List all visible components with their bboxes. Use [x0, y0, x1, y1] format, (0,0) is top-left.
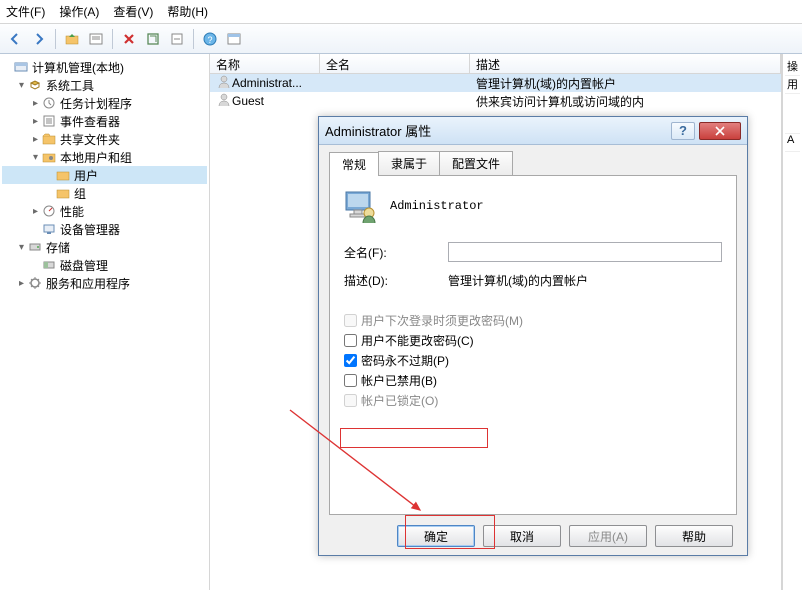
- action-label[interactable]: 操: [785, 58, 800, 76]
- tree-localusers[interactable]: ▾本地用户和组: [2, 148, 207, 166]
- tree-storage-label: 存储: [46, 239, 70, 256]
- apply-button[interactable]: 应用(A): [569, 525, 647, 547]
- back-button[interactable]: [4, 28, 26, 50]
- chk-mustchange[interactable]: 用户下次登录时须更改密码(M): [344, 312, 722, 329]
- tree-perf-label: 性能: [60, 203, 84, 220]
- row-name: Guest: [232, 94, 264, 108]
- dialog-titlebar[interactable]: Administrator 属性 ?: [319, 117, 747, 145]
- tree-tasksched[interactable]: ▸任务计划程序: [2, 94, 207, 112]
- tab-general[interactable]: 常规: [329, 152, 379, 176]
- forward-button[interactable]: [28, 28, 50, 50]
- properties-button[interactable]: [85, 28, 107, 50]
- ok-button[interactable]: 确定: [397, 525, 475, 547]
- tree-eventviewer-label: 事件查看器: [60, 113, 120, 130]
- svg-text:?: ?: [207, 35, 212, 45]
- tree-sharedfolders-label: 共享文件夹: [60, 131, 120, 148]
- row-name: Administrat...: [232, 76, 302, 90]
- desc-value: 管理计算机(域)的内置帐户: [448, 272, 722, 289]
- delete-button[interactable]: [118, 28, 140, 50]
- tree-services[interactable]: ▸服务和应用程序: [2, 274, 207, 292]
- user-large-icon: [344, 188, 378, 224]
- tab-strip: 常规 隶属于 配置文件: [329, 151, 737, 175]
- chk-disabled[interactable]: 帐户已禁用(B): [344, 372, 722, 389]
- tree-perf[interactable]: ▸性能: [2, 202, 207, 220]
- list-header: 名称 全名 描述: [210, 54, 781, 74]
- help-button[interactable]: ?: [199, 28, 221, 50]
- action-label[interactable]: 用: [785, 76, 800, 94]
- highlight-disabled-checkbox: [340, 428, 488, 448]
- row-desc: 管理计算机(域)的内置帐户: [470, 75, 781, 92]
- refresh-button[interactable]: [142, 28, 164, 50]
- tree-storage[interactable]: ▾存储: [2, 238, 207, 256]
- menu-bar: 文件(F) 操作(A) 查看(V) 帮助(H): [0, 0, 802, 24]
- chk-cannotchange-label: 用户不能更改密码(C): [361, 332, 474, 349]
- chk-disabled-label: 帐户已禁用(B): [361, 372, 437, 389]
- menu-file[interactable]: 文件(F): [6, 3, 45, 20]
- tree-users[interactable]: 用户: [2, 166, 207, 184]
- chk-neverexpire-label: 密码永不过期(P): [361, 352, 449, 369]
- chk-mustchange-label: 用户下次登录时须更改密码(M): [361, 312, 523, 329]
- help-button[interactable]: 帮助: [655, 525, 733, 547]
- list-row[interactable]: Administrat... 管理计算机(域)的内置帐户: [210, 74, 781, 92]
- tree-groups-label: 组: [74, 185, 86, 202]
- action-pane: 操 用 A: [782, 54, 802, 590]
- tree-services-label: 服务和应用程序: [46, 275, 130, 292]
- chk-cannotchange[interactable]: 用户不能更改密码(C): [344, 332, 722, 349]
- up-button[interactable]: [61, 28, 83, 50]
- dialog-buttons: 确定 取消 应用(A) 帮助: [329, 515, 737, 547]
- nav-tree[interactable]: 计算机管理(本地) ▾系统工具 ▸任务计划程序 ▸事件查看器 ▸共享文件夹 ▾本…: [0, 54, 210, 590]
- col-name[interactable]: 名称: [210, 54, 320, 73]
- fullname-input[interactable]: [448, 242, 722, 262]
- tree-root[interactable]: 计算机管理(本地): [2, 58, 207, 76]
- tree-diskmgmt[interactable]: 磁盘管理: [2, 256, 207, 274]
- view-button[interactable]: [223, 28, 245, 50]
- export-button[interactable]: [166, 28, 188, 50]
- menu-view[interactable]: 查看(V): [113, 3, 153, 20]
- user-icon: [216, 92, 232, 111]
- cancel-button[interactable]: 取消: [483, 525, 561, 547]
- list-row[interactable]: Guest 供来宾访问计算机或访问域的内: [210, 92, 781, 110]
- tree-localusers-label: 本地用户和组: [60, 149, 132, 166]
- tree-diskmgmt-label: 磁盘管理: [60, 257, 108, 274]
- user-icon: [216, 74, 232, 93]
- desc-label: 描述(D):: [344, 272, 448, 289]
- tree-devmgr-label: 设备管理器: [60, 221, 120, 238]
- tree-systools-label: 系统工具: [46, 77, 94, 94]
- col-fullname[interactable]: 全名: [320, 54, 470, 73]
- tab-page-general: Administrator 全名(F): 描述(D): 管理计算机(域)的内置帐…: [329, 175, 737, 515]
- dialog-help-button[interactable]: ?: [671, 122, 695, 140]
- row-desc: 供来宾访问计算机或访问域的内: [470, 93, 781, 110]
- chk-neverexpire[interactable]: 密码永不过期(P): [344, 352, 722, 369]
- tree-groups[interactable]: 组: [2, 184, 207, 202]
- properties-dialog: Administrator 属性 ? 常规 隶属于 配置文件 Administr…: [318, 116, 748, 556]
- tree-root-label: 计算机管理(本地): [32, 59, 124, 76]
- tree-users-label: 用户: [74, 167, 98, 184]
- chk-locked[interactable]: 帐户已锁定(O): [344, 392, 722, 409]
- close-icon[interactable]: [699, 122, 741, 140]
- tree-devmgr[interactable]: 设备管理器: [2, 220, 207, 238]
- action-label[interactable]: A: [785, 134, 800, 152]
- menu-help[interactable]: 帮助(H): [167, 3, 208, 20]
- chk-locked-label: 帐户已锁定(O): [361, 392, 438, 409]
- fullname-label: 全名(F):: [344, 244, 448, 261]
- tree-tasksched-label: 任务计划程序: [60, 95, 132, 112]
- username-display: Administrator: [390, 199, 484, 213]
- tab-profile[interactable]: 配置文件: [439, 151, 513, 175]
- tree-eventviewer[interactable]: ▸事件查看器: [2, 112, 207, 130]
- tree-sharedfolders[interactable]: ▸共享文件夹: [2, 130, 207, 148]
- col-desc[interactable]: 描述: [470, 54, 781, 73]
- dialog-title: Administrator 属性: [325, 121, 431, 140]
- menu-action[interactable]: 操作(A): [59, 3, 99, 20]
- tab-memberof[interactable]: 隶属于: [378, 151, 440, 175]
- tree-systools[interactable]: ▾系统工具: [2, 76, 207, 94]
- toolbar: ?: [0, 24, 802, 54]
